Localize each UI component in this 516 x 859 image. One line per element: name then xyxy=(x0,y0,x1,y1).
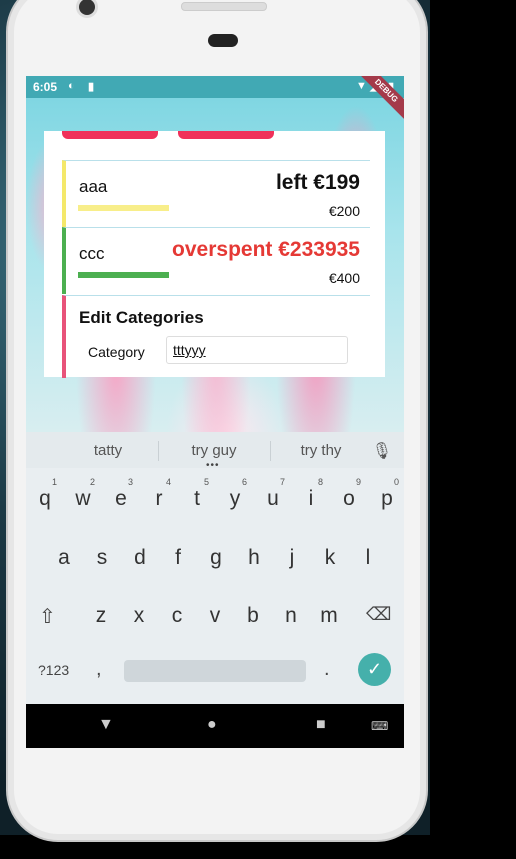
space-bar[interactable] xyxy=(124,660,306,682)
suggestion-divider xyxy=(158,441,159,461)
key-e[interactable]: e3 xyxy=(104,477,138,511)
symbols-key[interactable]: ?123 xyxy=(38,662,69,678)
keyboard-icon[interactable]: ⌨ xyxy=(371,719,388,733)
front-camera xyxy=(79,0,95,15)
key-p[interactable]: p0 xyxy=(370,477,404,511)
edit-categories-section: Edit Categories Category xyxy=(62,295,370,378)
key-x[interactable]: x xyxy=(122,604,156,628)
progress-bar xyxy=(78,272,169,278)
key-v[interactable]: v xyxy=(198,604,232,628)
category-status: overspent €233935 xyxy=(172,238,360,261)
category-input[interactable] xyxy=(166,336,348,364)
suggestion-item[interactable]: try guy xyxy=(164,442,264,459)
comma-key[interactable]: , xyxy=(96,658,102,681)
category-row[interactable]: aaa left €199 €200 xyxy=(62,160,370,227)
key-y[interactable]: y6 xyxy=(218,477,252,511)
category-label: Category xyxy=(88,344,145,360)
wifi-icon: ▼ xyxy=(356,80,367,92)
key-n[interactable]: n xyxy=(274,604,308,628)
proximity-sensor xyxy=(208,34,238,47)
key-m[interactable]: m xyxy=(312,604,346,628)
key-c[interactable]: c xyxy=(160,604,194,628)
key-a[interactable]: a xyxy=(47,546,81,570)
recents-icon[interactable]: ■ xyxy=(316,716,326,734)
tab-indicator-left[interactable] xyxy=(62,131,158,139)
key-o[interactable]: o9 xyxy=(332,477,366,511)
category-name: ccc xyxy=(79,244,105,263)
home-icon[interactable]: ● xyxy=(207,716,217,734)
category-status: left €199 xyxy=(275,171,360,194)
key-g[interactable]: g xyxy=(199,546,233,570)
key-j[interactable]: j xyxy=(275,546,309,570)
mic-icon[interactable]: 🎙 xyxy=(372,441,392,461)
key-s[interactable]: s xyxy=(85,546,119,570)
section-title: Edit Categories xyxy=(79,308,204,327)
suggestion-item[interactable]: try thy xyxy=(271,442,371,459)
key-b[interactable]: b xyxy=(236,604,270,628)
key-l[interactable]: l xyxy=(351,546,385,570)
key-i[interactable]: i8 xyxy=(294,477,328,511)
key-u[interactable]: u7 xyxy=(256,477,290,511)
earpiece-speaker xyxy=(181,2,267,11)
suggestion-item[interactable]: tatty xyxy=(58,442,158,459)
budget-card: aaa left €199 €200 ccc overspent €233935… xyxy=(44,131,385,378)
status-time: 6:05 xyxy=(33,80,58,94)
more-suggestions-icon[interactable]: ••• xyxy=(206,460,220,471)
category-budget: €200 xyxy=(328,203,360,219)
navigation-bar: ▼ ● ■ ⌨ xyxy=(26,704,404,748)
key-d[interactable]: d xyxy=(123,546,157,570)
key-h[interactable]: h xyxy=(237,546,271,570)
key-t[interactable]: t5 xyxy=(180,477,214,511)
soft-keyboard: tatty try guy try thy 🎙 ••• q1w2e3r4t5y6… xyxy=(26,432,404,704)
key-w[interactable]: w2 xyxy=(66,477,100,511)
key-q[interactable]: q1 xyxy=(28,477,62,511)
key-z[interactable]: z xyxy=(84,604,118,628)
status-bar: 6:05 ◐ ▮ ▼ ◢ ▮ DEBUG xyxy=(26,76,404,125)
sd-card-icon: ▮ xyxy=(88,81,95,93)
background-edge xyxy=(430,0,516,859)
key-r[interactable]: r4 xyxy=(142,477,176,511)
notification-icon: ◐ xyxy=(68,80,75,92)
period-key[interactable]: . xyxy=(324,658,330,681)
shift-icon[interactable]: ⇧ xyxy=(39,604,56,629)
back-icon[interactable]: ▼ xyxy=(98,716,114,734)
category-budget: €400 xyxy=(328,270,360,286)
check-icon[interactable]: ✓ xyxy=(358,653,391,686)
tab-indicator-right[interactable] xyxy=(178,131,274,139)
suggestion-strip: tatty try guy try thy 🎙 ••• xyxy=(26,432,404,471)
key-k[interactable]: k xyxy=(313,546,347,570)
progress-bar xyxy=(78,205,169,211)
category-row[interactable]: ccc overspent €233935 €400 xyxy=(62,227,370,294)
phone-screen: 6:05 ◐ ▮ ▼ ◢ ▮ DEBUG aaa left €199 €200 … xyxy=(26,76,404,748)
category-name: aaa xyxy=(79,177,108,196)
key-f[interactable]: f xyxy=(161,546,195,570)
backspace-icon[interactable]: ⌫ xyxy=(366,604,391,625)
